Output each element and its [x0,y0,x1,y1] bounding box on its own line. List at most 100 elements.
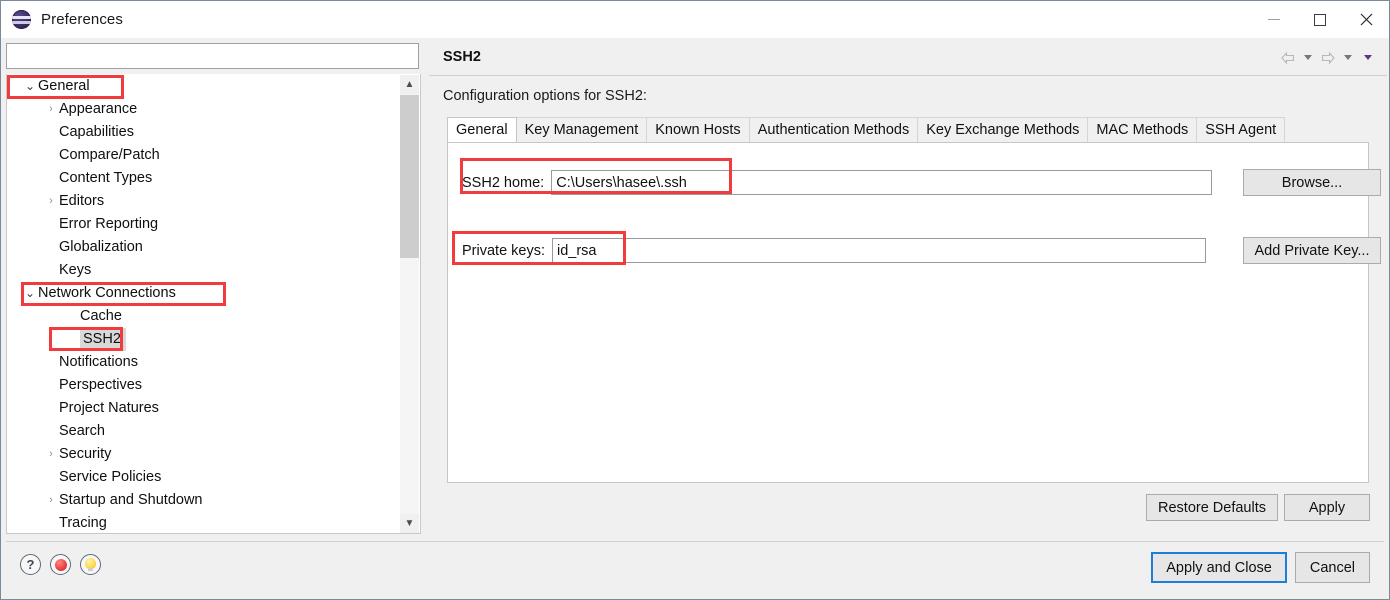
chevron-right-icon[interactable]: › [43,98,59,121]
tab-panel-general: SSH2 home: Browse... Private keys: Add P… [447,142,1381,483]
page-title: SSH2 [443,49,481,65]
sidebar-item-ssh2[interactable]: SSH2 [7,328,401,351]
sidebar-item-label: Notifications [59,354,138,370]
preference-page: SSH2 Configuration options for SSH2: Gen… [429,39,1387,534]
chevron-down-icon[interactable]: ⌄ [22,75,38,98]
chevron-down-icon[interactable]: ⌄ [22,282,38,305]
sidebar-item-label: Project Natures [59,400,159,416]
apply-and-close-button[interactable]: Apply and Close [1151,552,1287,583]
chevron-down-icon[interactable]: ▼ [400,514,419,533]
view-menu-chevron-down-icon[interactable] [1359,48,1377,68]
tab-key-exchange-methods[interactable]: Key Exchange Methods [917,117,1089,142]
ssh2-home-row: SSH2 home: [462,170,1213,195]
sidebar-item-compare-patch[interactable]: Compare/Patch [7,144,401,167]
page-nav-icons [1279,39,1377,76]
sidebar-item-label: Perspectives [59,377,143,393]
dialog-footer: ? Apply and Close Cancel [6,541,1384,594]
sidebar-item-appearance[interactable]: › Appearance [7,98,401,121]
sidebar-item-cache[interactable]: Cache [7,305,401,328]
chevron-right-icon[interactable]: › [43,489,59,512]
tab-authentication-methods[interactable]: Authentication Methods [748,117,919,142]
window-title: Preferences [41,11,123,28]
tab-ssh-agent[interactable]: SSH Agent [1196,117,1286,142]
page-body: Configuration options for SSH2: General K… [429,76,1387,533]
chevron-right-icon[interactable]: › [43,190,59,213]
maximize-icon[interactable] [1297,1,1343,38]
ssh2-home-input[interactable] [551,170,1213,195]
sidebar-item-label: Editors [59,193,105,209]
sidebar-item-globalization[interactable]: Globalization [7,236,401,259]
sidebar-item-startup-and-shutdown[interactable]: › Startup and Shutdown [7,489,401,512]
sidebar-item-label: Security [59,446,112,462]
sidebar-item-general[interactable]: ⌄ General [7,75,401,98]
filter-input[interactable] [7,44,418,68]
sidebar-item-security[interactable]: › Security [7,443,401,466]
sidebar-item-keys[interactable]: Keys [7,259,401,282]
private-keys-label: Private keys: [462,242,545,259]
sidebar-item-label: Error Reporting [59,216,159,232]
sidebar-item-label: Startup and Shutdown [59,492,203,508]
apply-button[interactable]: Apply [1284,494,1370,521]
sidebar-item-label: Search [59,423,105,439]
sidebar-item-label: General [38,78,90,94]
preferences-tree-container: ⌄ General › Appearance Capabilities Compare/P… [6,74,421,534]
private-keys-input[interactable] [552,238,1206,263]
title-bar: Preferences [1,1,1389,38]
sidebar-item-label: Capabilities [59,124,134,140]
page-header: SSH2 [429,39,1387,76]
sidebar-item-label: Cache [80,308,122,324]
add-private-key-button[interactable]: Add Private Key... [1243,237,1381,264]
forward-arrow-icon[interactable] [1319,48,1337,68]
tab-bar: General Key Management Known Hosts Authenti… [447,117,1286,142]
sidebar-item-editors[interactable]: › Editors [7,190,401,213]
page-description: Configuration options for SSH2: [443,88,647,104]
sidebar-item-tracing[interactable]: Tracing [7,512,401,533]
page-action-buttons: Restore Defaults Apply [1146,494,1370,521]
sidebar-item-service-policies[interactable]: Service Policies [7,466,401,489]
record-icon[interactable] [50,554,71,575]
window-controls [1251,1,1389,38]
sidebar-item-capabilities[interactable]: Capabilities [7,121,401,144]
tab-mac-methods[interactable]: MAC Methods [1087,117,1198,142]
sidebar-item-perspectives[interactable]: Perspectives [7,374,401,397]
tab-general[interactable]: General [447,117,517,142]
eclipse-sphere-icon [12,10,31,29]
sidebar-item-label: Tracing [59,515,107,531]
back-arrow-icon[interactable] [1279,48,1297,68]
sidebar-item-label: Globalization [59,239,143,255]
sidebar-item-search[interactable]: Search [7,420,401,443]
private-keys-row: Private keys: [462,238,1206,263]
minimize-icon[interactable] [1251,1,1297,38]
sidebar-item-project-natures[interactable]: Project Natures [7,397,401,420]
sidebar-item-label: Keys [59,262,92,278]
chevron-right-icon[interactable]: › [43,443,59,466]
sidebar-item-error-reporting[interactable]: Error Reporting [7,213,401,236]
close-icon[interactable] [1343,1,1389,38]
sidebar-item-label: Content Types [59,170,153,186]
cancel-button[interactable]: Cancel [1294,552,1370,583]
tab-known-hosts[interactable]: Known Hosts [646,117,750,142]
tab-key-management[interactable]: Key Management [515,117,648,142]
forward-menu-chevron-down-icon[interactable] [1339,48,1357,68]
sidebar-item-content-types[interactable]: Content Types [7,167,401,190]
help-icon[interactable]: ? [20,554,41,575]
chevron-up-icon[interactable]: ▲ [400,75,419,94]
sidebar-item-label: Appearance [59,101,138,117]
sidebar-item-label: SSH2 [80,328,126,351]
preferences-dialog: Preferences ⌄ General › Appearance Capabilit… [0,0,1390,600]
back-menu-chevron-down-icon[interactable] [1299,48,1317,68]
sidebar-item-label: Service Policies [59,469,162,485]
footer-icon-group: ? [20,554,101,575]
sidebar-item-label: Compare/Patch [59,147,160,163]
sidebar-scrollbar[interactable]: ▲ ▼ [400,75,419,533]
browse-button[interactable]: Browse... [1243,169,1381,196]
scrollbar-thumb[interactable] [400,95,419,258]
sidebar-item-notifications[interactable]: Notifications [7,351,401,374]
sidebar-item-label: Network Connections [38,285,176,301]
ssh2-home-label: SSH2 home: [462,174,545,191]
preferences-sidebar: ⌄ General › Appearance Capabilities Compare/P… [6,43,421,534]
restore-defaults-button[interactable]: Restore Defaults [1146,494,1278,521]
tip-icon[interactable] [80,554,101,575]
filter-field[interactable] [6,43,419,69]
sidebar-item-network-connections[interactable]: ⌄ Network Connections [7,282,401,305]
